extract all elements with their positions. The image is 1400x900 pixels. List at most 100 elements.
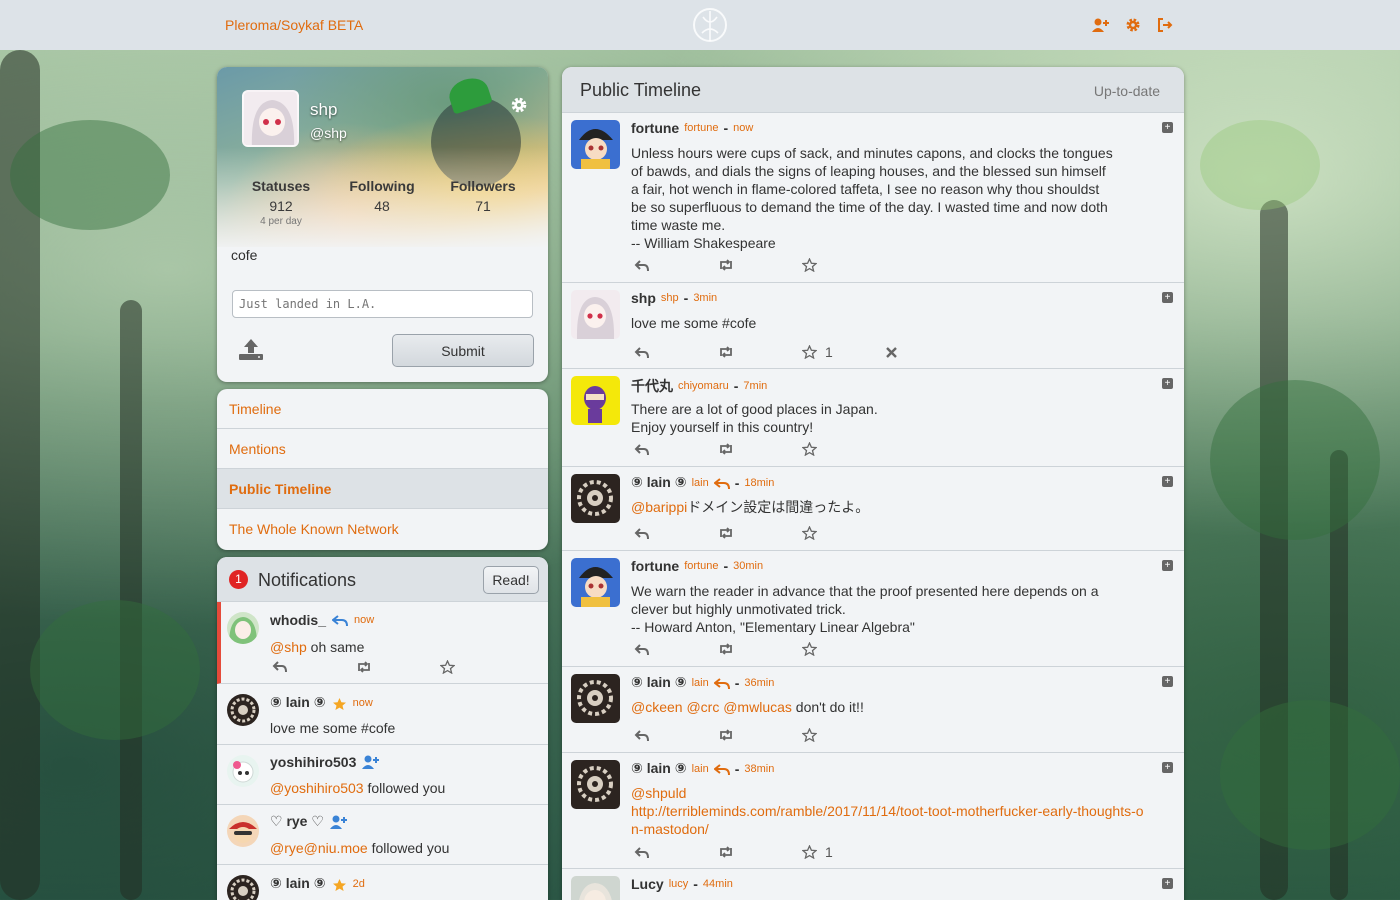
mention-link[interactable]: @shp [270,639,307,655]
delete-button[interactable] [886,346,970,358]
nav-item-whole-known-network[interactable]: The Whole Known Network [217,509,548,549]
reply-to-icon[interactable] [713,475,730,491]
url-link-continued[interactable]: n-mastodon/ [631,820,1156,838]
status-author-handle[interactable]: shp [661,292,679,304]
favorite-button[interactable]: 1 [802,844,886,860]
avatar[interactable] [571,876,620,900]
avatar[interactable] [227,815,259,847]
mention-links[interactable]: @ckeen @crc @mwlucas [631,699,792,715]
status-time[interactable]: 30min [733,560,763,572]
url-link[interactable]: http://terribleminds.com/ramble/2017/11/… [631,802,1156,820]
upload-media-icon[interactable] [238,337,264,361]
nav-item-mentions[interactable]: Mentions [217,429,548,469]
favorite-button[interactable] [802,526,886,540]
status-author-handle[interactable]: chiyomaru [678,380,729,392]
brand-link[interactable]: Pleroma/Soykaf BETA [225,17,363,33]
expand-icon[interactable]: + [1162,676,1173,687]
submit-button[interactable]: Submit [392,334,534,367]
avatar[interactable] [571,674,620,723]
favorite-button[interactable] [802,642,886,656]
retweet-button[interactable] [718,259,802,271]
avatar[interactable] [571,376,620,425]
expand-icon[interactable]: + [1162,762,1173,773]
notification-username[interactable]: ⑨ lain ⑨ [270,875,326,892]
reply-button[interactable] [634,443,718,456]
avatar[interactable] [571,474,620,523]
gear-icon[interactable] [1123,15,1143,35]
notification-username[interactable]: whodis_ [270,612,326,628]
avatar[interactable] [227,875,259,900]
user-plus-icon[interactable] [1091,15,1111,35]
expand-icon[interactable]: + [1162,378,1173,389]
status-time[interactable]: 38min [744,763,774,775]
status-time[interactable]: now [733,122,753,134]
status-author-name[interactable]: fortune [631,558,679,574]
notification-time[interactable]: now [353,697,373,709]
reply-to-icon[interactable] [713,675,730,691]
status-author-handle[interactable]: lain [692,477,709,489]
favorite-button[interactable] [802,728,886,742]
status-time[interactable]: 18min [744,477,774,489]
logout-icon[interactable] [1155,15,1175,35]
profile-handle[interactable]: @shp [310,125,347,141]
mention-link[interactable]: @shpuld [631,784,1156,802]
avatar[interactable] [571,760,620,809]
retweet-button[interactable] [718,527,802,539]
notification-time[interactable]: 2d [353,878,365,890]
status-author-handle[interactable]: lucy [669,878,689,890]
notification-time[interactable]: now [354,614,374,626]
reply-button[interactable] [634,729,718,742]
status-author-name[interactable]: ⑨ lain ⑨ [631,674,687,691]
retweet-button[interactable] [718,729,802,741]
status-author-name[interactable]: 千代丸 [631,376,673,396]
avatar[interactable] [571,290,620,339]
nav-item-timeline[interactable]: Timeline [217,389,548,429]
notification-username[interactable]: ⑨ lain ⑨ [270,694,326,711]
nav-item-public-timeline[interactable]: Public Timeline [217,469,548,509]
status-time[interactable]: 44min [703,878,733,890]
status-author-handle[interactable]: lain [692,763,709,775]
favorite-button[interactable] [802,442,886,456]
profile-settings-gear-icon[interactable] [510,96,528,114]
reply-button[interactable] [634,527,718,540]
mention-link[interactable]: @barippi [631,499,687,515]
notification-username[interactable]: ♡ rye ♡ [270,813,324,830]
user-handle-link[interactable]: @rye@niu.moe [270,840,368,856]
expand-icon[interactable]: + [1162,878,1173,889]
reply-button[interactable] [634,346,718,359]
status-author-name[interactable]: Lucy [631,876,664,892]
status-author-handle[interactable]: lain [692,677,709,689]
status-time[interactable]: 3min [693,292,717,304]
pleroma-logo[interactable] [689,3,731,47]
favorite-button[interactable] [802,258,886,272]
status-time[interactable]: 36min [744,677,774,689]
status-author-name[interactable]: ⑨ lain ⑨ [631,760,687,777]
profile-name[interactable]: shp [310,100,337,120]
retweet-button[interactable] [718,846,802,858]
expand-icon[interactable]: + [1162,292,1173,303]
post-status-input[interactable] [232,290,533,318]
favorite-button[interactable]: 1 [802,344,886,360]
favorite-button[interactable] [439,659,524,677]
notification-username[interactable]: yoshihiro503 [270,754,356,770]
status-author-name[interactable]: ⑨ lain ⑨ [631,474,687,491]
avatar[interactable] [227,694,259,726]
avatar[interactable] [227,755,259,787]
retweet-button[interactable] [356,660,440,677]
mark-read-button[interactable]: Read! [483,566,539,594]
avatar[interactable] [242,90,299,147]
expand-icon[interactable]: + [1162,476,1173,487]
user-handle-link[interactable]: @yoshihiro503 [270,780,364,796]
status-time[interactable]: 7min [743,380,767,392]
avatar[interactable] [571,120,620,169]
reply-button[interactable] [272,660,356,677]
reply-button[interactable] [634,846,718,859]
stat-statuses[interactable]: Statuses 912 4 per day [232,178,330,227]
reply-button[interactable] [634,643,718,656]
status-author-name[interactable]: shp [631,290,656,306]
retweet-button[interactable] [718,643,802,655]
reply-button[interactable] [634,259,718,272]
status-author-handle[interactable]: fortune [684,122,718,134]
status-author-name[interactable]: fortune [631,120,679,136]
status-author-handle[interactable]: fortune [684,560,718,572]
